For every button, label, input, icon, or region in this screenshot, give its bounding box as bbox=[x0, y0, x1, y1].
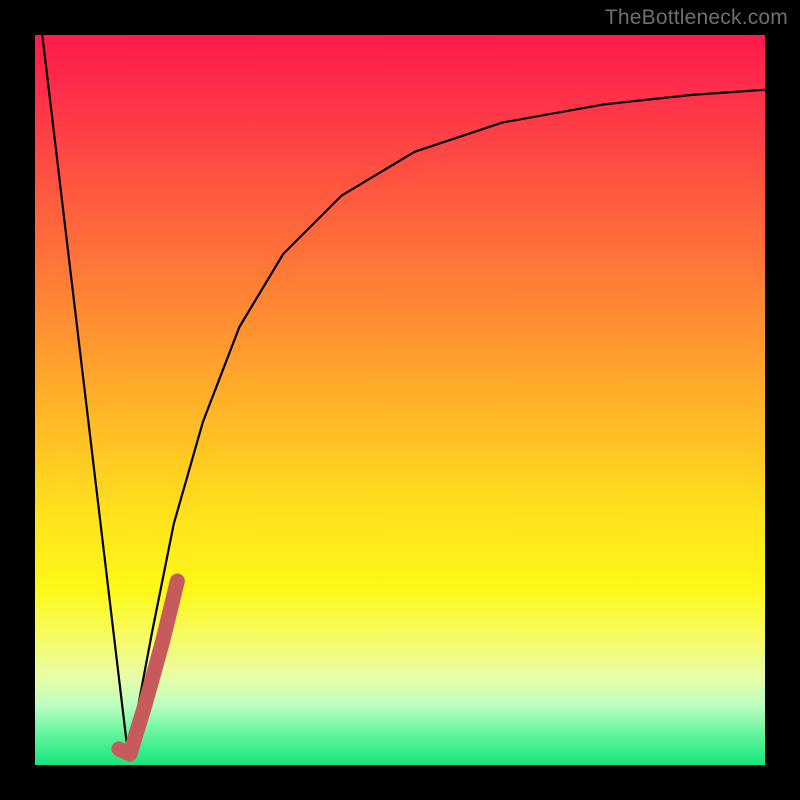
plot-area bbox=[35, 35, 765, 765]
series-highlight-segment bbox=[119, 581, 177, 754]
curve-layer bbox=[35, 35, 765, 765]
series-left-slope bbox=[42, 35, 128, 758]
chart-frame: TheBottleneck.com bbox=[0, 0, 800, 800]
watermark-text: TheBottleneck.com bbox=[605, 6, 788, 30]
series-right-curve bbox=[128, 90, 765, 758]
